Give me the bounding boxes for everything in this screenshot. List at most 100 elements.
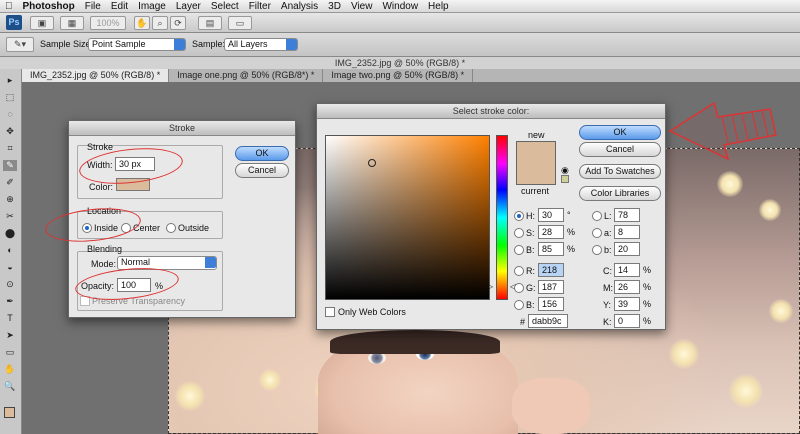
zoom-level-select[interactable]: 100% bbox=[90, 16, 126, 30]
sample-label: Sample: bbox=[192, 39, 226, 49]
menu-edit[interactable]: Edit bbox=[106, 1, 133, 12]
lab-b-label: b: bbox=[604, 245, 612, 255]
child-hair bbox=[330, 330, 500, 354]
hue-input[interactable]: 30 bbox=[538, 208, 564, 222]
lab-b-input[interactable]: 20 bbox=[614, 242, 640, 256]
tool-icon[interactable]: ✋ bbox=[3, 364, 17, 375]
red-input[interactable]: 218 bbox=[538, 263, 564, 277]
black-input[interactable]: 0 bbox=[614, 314, 640, 328]
stroke-cancel-button[interactable]: Cancel bbox=[235, 163, 289, 178]
bokeh-light bbox=[175, 381, 205, 411]
foreground-color-swatch[interactable] bbox=[4, 407, 15, 418]
picker-ok-button[interactable]: OK bbox=[579, 125, 661, 140]
tool-icon[interactable]: T bbox=[3, 313, 17, 324]
menu-analysis[interactable]: Analysis bbox=[276, 1, 323, 12]
menu-image[interactable]: Image bbox=[133, 1, 171, 12]
current-color-label: current bbox=[521, 186, 550, 196]
brightness-input[interactable]: 85 bbox=[538, 242, 564, 256]
menu-filter[interactable]: Filter bbox=[244, 1, 276, 12]
sample-select[interactable]: All Layers bbox=[224, 38, 298, 51]
menu-app-name[interactable]: Photoshop bbox=[18, 1, 80, 12]
color-libraries-button[interactable]: Color Libraries bbox=[579, 186, 661, 201]
menu-file[interactable]: File bbox=[80, 1, 106, 12]
yellow-input[interactable]: 39 bbox=[614, 297, 640, 311]
only-web-colors-label[interactable]: Only Web Colors bbox=[338, 307, 406, 317]
options-bar: ✎▾ Sample Size: Point Sample Sample: All… bbox=[0, 33, 800, 57]
saturation-radio[interactable] bbox=[514, 228, 524, 238]
tab-img-2352[interactable]: IMG_2352.jpg @ 50% (RGB/8) * bbox=[22, 69, 170, 82]
only-web-colors-checkbox[interactable] bbox=[325, 307, 335, 317]
tool-icon[interactable]: ⌗ bbox=[3, 143, 17, 154]
hand-icon[interactable]: ✋ bbox=[134, 16, 150, 30]
picker-cancel-button[interactable]: Cancel bbox=[579, 142, 661, 157]
tool-icon[interactable]: 🔍 bbox=[3, 381, 17, 392]
lab-l-radio[interactable] bbox=[592, 211, 602, 221]
tool-icon[interactable]: ✒ bbox=[3, 296, 17, 307]
outside-label[interactable]: Outside bbox=[178, 223, 209, 233]
magenta-input[interactable]: 26 bbox=[614, 280, 640, 294]
hex-input[interactable]: dabb9c bbox=[528, 314, 568, 328]
tool-icon[interactable]: ✥ bbox=[3, 126, 17, 137]
saturation-input[interactable]: 28 bbox=[538, 225, 564, 239]
tool-icon[interactable]: ⊙ bbox=[3, 279, 17, 290]
sample-size-select[interactable]: Point Sample bbox=[88, 38, 186, 51]
lab-a-radio[interactable] bbox=[592, 228, 602, 238]
tool-icon[interactable]: ▭ bbox=[3, 347, 17, 358]
bridge-button[interactable]: ▣ bbox=[30, 16, 54, 30]
tool-icon[interactable]: ▸ bbox=[3, 75, 17, 86]
menu-help[interactable]: Help bbox=[423, 1, 454, 12]
rotate-view-icon[interactable]: ⟳ bbox=[170, 16, 186, 30]
menu-window[interactable]: Window bbox=[377, 1, 423, 12]
stroke-ok-button[interactable]: OK bbox=[235, 146, 289, 161]
cyan-input[interactable]: 14 bbox=[614, 263, 640, 277]
lab-b-radio[interactable] bbox=[592, 245, 602, 255]
brightness-radio[interactable] bbox=[514, 245, 524, 255]
tool-icon[interactable]: ✐ bbox=[3, 177, 17, 188]
color-picker-cursor[interactable] bbox=[368, 159, 376, 167]
green-radio[interactable] bbox=[514, 283, 524, 293]
black-label: K: bbox=[603, 317, 612, 327]
menu-layer[interactable]: Layer bbox=[171, 1, 206, 12]
hue-radio[interactable] bbox=[514, 211, 524, 221]
tool-icon[interactable]: ✂ bbox=[3, 211, 17, 222]
outside-radio[interactable] bbox=[166, 223, 176, 233]
tab-image-two[interactable]: Image two.png @ 50% (RGB/8) * bbox=[323, 69, 474, 82]
tab-image-one[interactable]: Image one.png @ 50% (RGB/8*) * bbox=[169, 69, 324, 82]
lab-l-input[interactable]: 78 bbox=[614, 208, 640, 222]
color-picker-title: Select stroke color: bbox=[317, 104, 665, 119]
red-annotation-arrow bbox=[668, 101, 777, 161]
hue-slider[interactable] bbox=[496, 135, 508, 300]
tool-icon[interactable]: ◌ bbox=[3, 109, 17, 120]
add-to-swatches-button[interactable]: Add To Swatches bbox=[579, 164, 661, 179]
screen-mode-button[interactable]: ▭ bbox=[228, 16, 252, 30]
tool-icon[interactable]: ⊕ bbox=[3, 194, 17, 205]
green-input[interactable]: 187 bbox=[538, 280, 564, 294]
blue-input[interactable]: 156 bbox=[538, 297, 564, 311]
menu-view[interactable]: View bbox=[346, 1, 378, 12]
eyedropper-tool-preset[interactable]: ✎▾ bbox=[6, 37, 34, 52]
view-extras-button[interactable]: ▦ bbox=[60, 16, 84, 30]
tool-icon[interactable]: ◒ bbox=[3, 262, 17, 273]
tool-icon[interactable]: ➤ bbox=[3, 330, 17, 341]
blue-radio[interactable] bbox=[514, 300, 524, 310]
sample-size-label: Sample Size: bbox=[40, 39, 94, 49]
color-picker-dialog: Select stroke color: ▷ ◁ new current ◉ O… bbox=[316, 103, 666, 330]
yellow-unit: % bbox=[643, 299, 652, 309]
saturation-brightness-field[interactable] bbox=[325, 135, 490, 300]
lab-a-input[interactable]: 8 bbox=[614, 225, 640, 239]
tool-icon[interactable]: ⬚ bbox=[3, 92, 17, 103]
application-bar: Ps ▣ ▦ 100% ✋ ⌕ ⟳ ▤ ▭ bbox=[0, 13, 800, 33]
menu-3d[interactable]: 3D bbox=[323, 1, 346, 12]
tool-icon[interactable]: ✎ bbox=[3, 160, 17, 171]
tool-icon[interactable]: ⬤ bbox=[3, 228, 17, 239]
arrange-documents-button[interactable]: ▤ bbox=[198, 16, 222, 30]
menu-select[interactable]: Select bbox=[206, 1, 244, 12]
tool-icon[interactable]: ◐ bbox=[3, 245, 17, 256]
web-safe-swatch[interactable] bbox=[561, 175, 569, 183]
zoom-icon[interactable]: ⌕ bbox=[152, 16, 168, 30]
red-radio[interactable] bbox=[514, 266, 524, 276]
apple-icon[interactable]:  bbox=[0, 1, 18, 12]
saturation-label: S: bbox=[526, 228, 535, 238]
tools-panel: ▸ ⬚ ◌ ✥ ⌗ ✎ ✐ ⊕ ✂ ⬤ ◐ ◒ ⊙ ✒ T ➤ ▭ ✋ 🔍 bbox=[0, 69, 22, 434]
hue-slider-left-arrow[interactable]: ▷ bbox=[487, 282, 493, 291]
